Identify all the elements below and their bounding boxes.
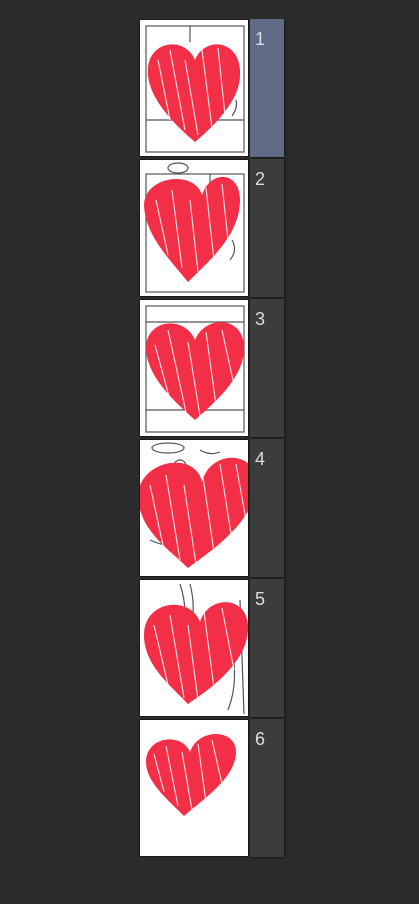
heart-sketch-icon [145,322,244,420]
heart-sketch-icon [144,602,248,704]
page-number-tab-5[interactable]: 5 [250,579,284,717]
page-number-label: 5 [255,589,266,609]
page-number-label: 1 [255,29,266,49]
page-number-label: 6 [255,729,266,749]
page-item-2[interactable]: 2 [139,159,286,297]
page-item-5[interactable]: 5 [139,579,286,717]
heart-sketch-icon [147,44,241,142]
page-item-1[interactable]: 1 [139,19,286,157]
page-number-tab-4[interactable]: 4 [250,439,284,577]
page-thumbnail-6[interactable] [139,719,249,857]
page-number-tab-2[interactable]: 2 [250,159,284,297]
page-number-label: 4 [255,449,266,469]
page-number-tab-3[interactable]: 3 [250,299,284,437]
page-number-tab-6[interactable]: 6 [250,719,284,857]
heart-sketch-icon [140,457,248,568]
heart-sketch-icon [144,176,240,282]
page-number-label: 3 [255,309,266,329]
page-thumbnail-list: 1 2 3 4 5 6 [139,19,286,859]
page-thumbnail-4[interactable] [139,439,249,577]
page-thumbnail-5[interactable] [139,579,249,717]
page-number-tab-1[interactable]: 1 [250,19,284,157]
page-item-3[interactable]: 3 [139,299,286,437]
heart-sketch-icon [146,734,236,816]
page-number-label: 2 [255,169,266,189]
page-thumbnail-3[interactable] [139,299,249,437]
page-item-6[interactable]: 6 [139,719,286,857]
page-thumbnail-1[interactable] [139,19,249,157]
page-item-4[interactable]: 4 [139,439,286,577]
page-thumbnail-2[interactable] [139,159,249,297]
page-manager-panel: 1 2 3 4 5 6 [0,0,419,904]
